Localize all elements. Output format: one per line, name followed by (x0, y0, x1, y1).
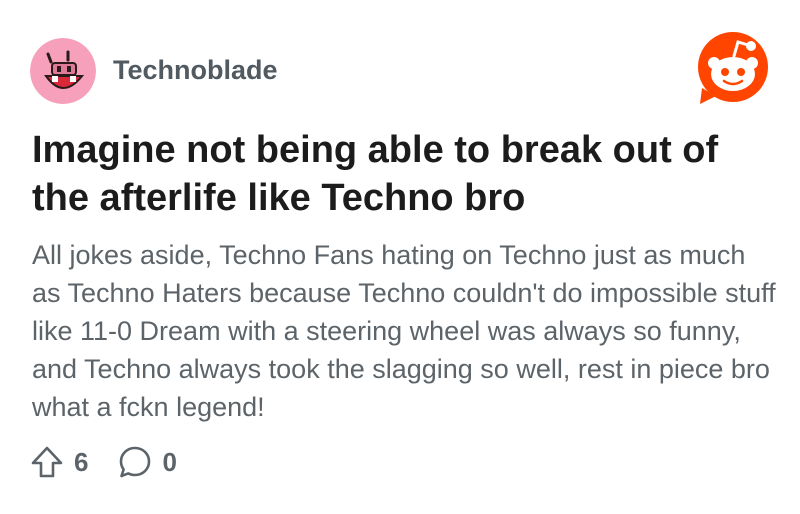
comments-button[interactable]: 0 (118, 445, 177, 479)
reddit-logo-icon (694, 30, 772, 108)
post-card: Technoblade Imagine not being able to br… (0, 0, 800, 514)
author-name[interactable]: Technoblade (113, 54, 278, 86)
post-title[interactable]: Imagine not being able to break out of t… (32, 126, 772, 222)
author-avatar[interactable] (30, 38, 96, 104)
upvote-count: 6 (74, 447, 89, 477)
comment-count: 0 (162, 447, 177, 477)
upvote-button[interactable]: 6 (30, 445, 88, 479)
pig-face-icon (30, 38, 96, 104)
upvote-arrow-icon (31, 446, 63, 478)
post-actions: 6 0 (30, 442, 177, 482)
post-body: All jokes aside, Techno Fans hating on T… (32, 240, 776, 422)
comment-bubble-icon (120, 446, 151, 478)
